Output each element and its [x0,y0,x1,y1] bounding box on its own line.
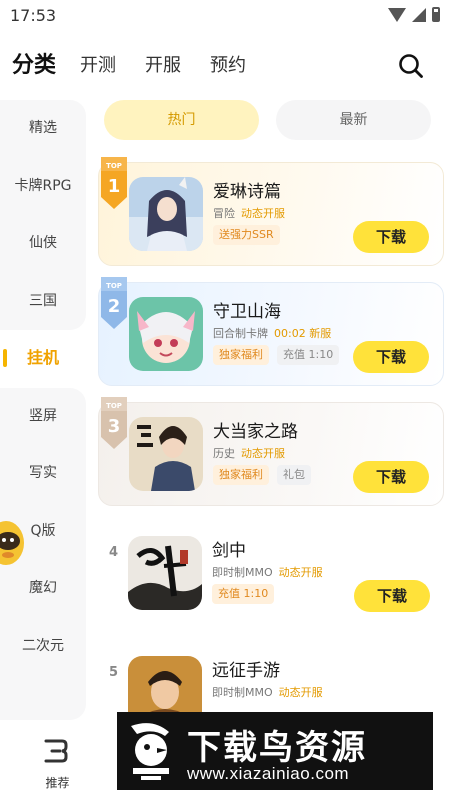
rank-badge-1: TOP 1 [101,157,127,209]
game-title: 剑中 [212,541,246,561]
tab-beta-test[interactable]: 开测 [80,48,116,84]
game-genre: 回合制卡牌 [213,327,268,340]
download-button[interactable]: 下载 [353,341,429,373]
game-icon-dadangjia[interactable] [129,417,203,491]
game-title: 大当家之路 [213,422,298,442]
sidebar-item-anime[interactable]: 二次元 [0,634,86,658]
tag-row: 充值 1:10 [212,584,275,604]
game-status: 00:02 新服 [274,327,332,340]
watermark-url: www.xiazainiao.com [187,764,350,783]
download-button[interactable]: 下载 [354,580,430,612]
bird-logo-icon [131,723,169,780]
sidebar-item-three-kingdoms[interactable]: 三国 [0,289,86,313]
game-card[interactable]: TOP 1 爱琳诗篇 冒险 动态开服 送强力SSR 下载 [98,157,444,266]
tag-row: 独家福利 礼包 [213,465,311,485]
game-status: 动态开服 [241,447,285,460]
sidebar-item-card-rpg[interactable]: 卡牌RPG [0,174,86,198]
status-time: 17:53 [10,6,57,25]
sidebar-item-vertical[interactable]: 竖屏 [0,404,86,428]
rank-top-label: TOP [106,282,122,290]
tag-row: 送强力SSR [213,225,280,245]
wifi-icon [388,7,406,22]
tag: 独家福利 [213,465,269,485]
tag: 送强力SSR [213,225,280,245]
bottom-nav: 推荐 [0,728,115,800]
rank-top-label: TOP [106,162,122,170]
sidebar-item-fantasy[interactable]: 魔幻 [0,576,86,600]
game-genre: 即时制MMO [212,686,273,699]
game-icon-shouwei[interactable] [129,297,203,371]
recommend-icon[interactable] [42,738,70,764]
sidebar-item-idle[interactable]: 挂机 [0,346,86,370]
tab-new-server[interactable]: 开服 [145,48,181,84]
tag: 充值 1:10 [277,345,340,365]
game-meta: 即时制MMO 动态开服 [212,564,323,580]
download-button[interactable]: 下载 [353,221,429,253]
rank-number: 3 [108,416,121,437]
game-meta: 回合制卡牌 00:02 新服 [213,325,331,341]
game-title: 远征手游 [212,661,280,681]
rank-top-label: TOP [106,402,122,410]
game-meta: 历史 动态开服 [213,445,285,461]
tag: 独家福利 [213,345,269,365]
game-meta: 冒险 动态开服 [213,205,285,221]
game-status: 动态开服 [278,566,323,579]
subtab-hot[interactable]: 热门 [104,100,259,140]
rank-number: 1 [108,176,121,197]
status-bar: 17:53 [0,0,450,32]
battery-icon [432,7,440,22]
game-card[interactable]: TOP 3 大当家之路 历史 动态开服 独家福利 礼包 下载 [98,397,444,506]
game-icon-jianzhong[interactable] [128,536,202,610]
tab-reservation[interactable]: 预约 [210,48,246,84]
status-icons [388,7,440,22]
category-sidebar: 精选 卡牌RPG 仙侠 三国 挂机 竖屏 写实 Q版 魔幻 二次元 [0,100,86,720]
game-card[interactable]: 剑中 即时制MMO 动态开服 充值 1:10 下载 [98,522,444,626]
tag: 充值 1:10 [212,584,275,604]
nav-label-recommend: 推荐 [45,776,70,790]
tag-row: 独家福利 充值 1:10 [213,345,340,365]
game-meta: 即时制MMO 动态开服 [212,684,323,700]
game-status: 动态开服 [278,686,323,699]
tab-category[interactable]: 分类 [12,48,56,84]
sidebar-item-xianxia[interactable]: 仙侠 [0,231,86,255]
rank-badge-3: TOP 3 [101,397,127,449]
search-icon[interactable] [398,53,424,79]
watermark-banner: 下载鸟资源 www.xiazainiao.com [117,712,433,790]
subtab-latest[interactable]: 最新 [276,100,431,140]
watermark-title: 下载鸟资源 [187,728,367,768]
game-genre: 即时制MMO [212,566,273,579]
game-card[interactable]: TOP 2 守卫山海 回合制卡牌 00:02 新服 独家福利 充值 1:10 下载 [98,277,444,386]
sidebar-item-realistic[interactable]: 写实 [0,461,86,485]
mascot-float-icon[interactable] [0,515,26,575]
game-title: 守卫山海 [213,302,281,322]
game-genre: 历史 [213,447,235,460]
rank-badge-2: TOP 2 [101,277,127,329]
game-status: 动态开服 [241,207,285,220]
sidebar-item-featured[interactable]: 精选 [0,116,86,140]
tag: 礼包 [277,465,311,485]
top-tabs: 分类 开测 开服 预约 [0,48,450,84]
game-title: 爱琳诗篇 [213,182,281,202]
signal-icon [412,7,426,22]
game-genre: 冒险 [213,207,235,220]
game-icon-ailin[interactable] [129,177,203,251]
download-button[interactable]: 下载 [353,461,429,493]
rank-number: 2 [108,296,121,317]
